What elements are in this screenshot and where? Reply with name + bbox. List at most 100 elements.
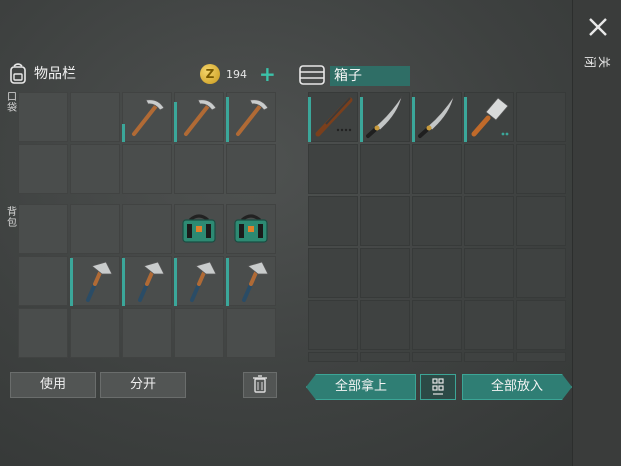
empty-slot[interactable] xyxy=(18,204,68,254)
empty-slot[interactable] xyxy=(308,196,358,246)
empty-slot[interactable] xyxy=(412,300,462,350)
durability-bar xyxy=(70,258,73,306)
empty-slot[interactable] xyxy=(122,204,172,254)
backpack-grid xyxy=(18,204,276,358)
empty-slot[interactable] xyxy=(122,144,172,194)
empty-slot[interactable] xyxy=(122,308,172,358)
chest-title: 箱子 xyxy=(330,66,410,86)
empty-slot[interactable] xyxy=(308,144,358,194)
use-button[interactable]: 使用 xyxy=(10,372,96,398)
empty-slot[interactable] xyxy=(360,144,410,194)
empty-slot[interactable] xyxy=(70,92,120,142)
empty-slot[interactable] xyxy=(464,300,514,350)
hatchet-icon xyxy=(138,261,165,302)
empty-slot[interactable] xyxy=(18,308,68,358)
empty-slot[interactable] xyxy=(412,352,462,362)
slot-pickaxe[interactable] xyxy=(174,92,224,142)
pickaxe-icon xyxy=(132,99,165,136)
empty-slot[interactable] xyxy=(226,308,276,358)
pickaxe-icon xyxy=(184,99,217,136)
durability-bar xyxy=(464,97,467,142)
hatchet-icon xyxy=(190,261,217,302)
hatchet-icon xyxy=(86,261,113,302)
empty-slot[interactable] xyxy=(360,248,410,298)
empty-slot[interactable] xyxy=(516,300,566,350)
slot-hatchet[interactable] xyxy=(70,256,120,306)
add-coins-button[interactable]: + xyxy=(259,64,276,84)
toolbox-icon xyxy=(182,214,216,243)
empty-slot[interactable] xyxy=(464,248,514,298)
rifle-icon xyxy=(315,97,353,137)
empty-slot[interactable] xyxy=(412,248,462,298)
slot-toolbox[interactable] xyxy=(226,204,276,254)
empty-slot[interactable] xyxy=(412,196,462,246)
take-all-button[interactable]: 全部拿上 xyxy=(306,374,416,400)
close-label[interactable]: 关闭 xyxy=(583,48,611,76)
chest-grid xyxy=(308,92,566,362)
hatchet-icon xyxy=(242,261,269,302)
empty-slot[interactable] xyxy=(360,300,410,350)
backpack-label: 背包 xyxy=(7,207,17,229)
empty-slot[interactable] xyxy=(308,248,358,298)
empty-slot[interactable] xyxy=(226,144,276,194)
empty-slot[interactable] xyxy=(360,352,410,362)
pocket-label: 口袋 xyxy=(7,92,17,114)
slot-machete[interactable] xyxy=(360,92,410,142)
empty-slot[interactable] xyxy=(18,256,68,306)
machete-icon xyxy=(418,95,455,138)
durability-bar xyxy=(308,97,311,142)
slot-machete[interactable] xyxy=(412,92,462,142)
inventory-title: 物品栏 xyxy=(34,66,76,82)
slot-pickaxe[interactable] xyxy=(226,92,276,142)
durability-bar xyxy=(360,97,363,142)
empty-slot[interactable] xyxy=(464,196,514,246)
slot-cleaver[interactable] xyxy=(464,92,514,142)
empty-slot[interactable] xyxy=(70,144,120,194)
slot-hatchet[interactable] xyxy=(226,256,276,306)
empty-slot[interactable] xyxy=(464,352,514,362)
durability-bar xyxy=(412,97,415,142)
trash-button[interactable] xyxy=(243,372,277,398)
coin-count: 194 xyxy=(226,67,247,81)
pickaxe-icon xyxy=(236,99,269,136)
empty-slot[interactable] xyxy=(412,144,462,194)
empty-slot[interactable] xyxy=(174,308,224,358)
empty-slot[interactable] xyxy=(70,308,120,358)
split-button[interactable]: 分开 xyxy=(100,372,186,398)
durability-bar xyxy=(122,124,125,142)
chest-icon xyxy=(299,65,325,85)
empty-slot[interactable] xyxy=(464,144,514,194)
empty-slot[interactable] xyxy=(516,144,566,194)
slot-toolbox[interactable] xyxy=(174,204,224,254)
sort-grid-icon xyxy=(432,378,444,395)
put-all-button[interactable]: 全部放入 xyxy=(462,374,572,400)
empty-slot[interactable] xyxy=(308,352,358,362)
trash-icon xyxy=(253,375,267,393)
empty-slot[interactable] xyxy=(308,300,358,350)
durability-bar xyxy=(226,97,229,142)
durability-bar xyxy=(174,102,177,142)
slot-hatchet[interactable] xyxy=(174,256,224,306)
coin-icon: Z xyxy=(200,64,220,84)
coin-balance: Z 194 + xyxy=(200,64,276,84)
empty-slot[interactable] xyxy=(174,144,224,194)
empty-slot[interactable] xyxy=(516,352,566,362)
cleaver-icon xyxy=(471,97,509,137)
machete-icon xyxy=(366,95,403,138)
slot-pickaxe[interactable] xyxy=(122,92,172,142)
close-icon[interactable] xyxy=(587,16,609,38)
toolbox-icon xyxy=(234,214,268,243)
slot-hatchet[interactable] xyxy=(122,256,172,306)
empty-slot[interactable] xyxy=(516,92,566,142)
pocket-grid xyxy=(18,92,276,194)
slot-rifle[interactable] xyxy=(308,92,358,142)
durability-bar xyxy=(122,258,125,306)
empty-slot[interactable] xyxy=(360,196,410,246)
empty-slot[interactable] xyxy=(18,144,68,194)
inventory-header: 物品栏 xyxy=(8,62,76,84)
sort-button[interactable] xyxy=(420,374,456,400)
empty-slot[interactable] xyxy=(18,92,68,142)
empty-slot[interactable] xyxy=(516,196,566,246)
empty-slot[interactable] xyxy=(516,248,566,298)
empty-slot[interactable] xyxy=(70,204,120,254)
